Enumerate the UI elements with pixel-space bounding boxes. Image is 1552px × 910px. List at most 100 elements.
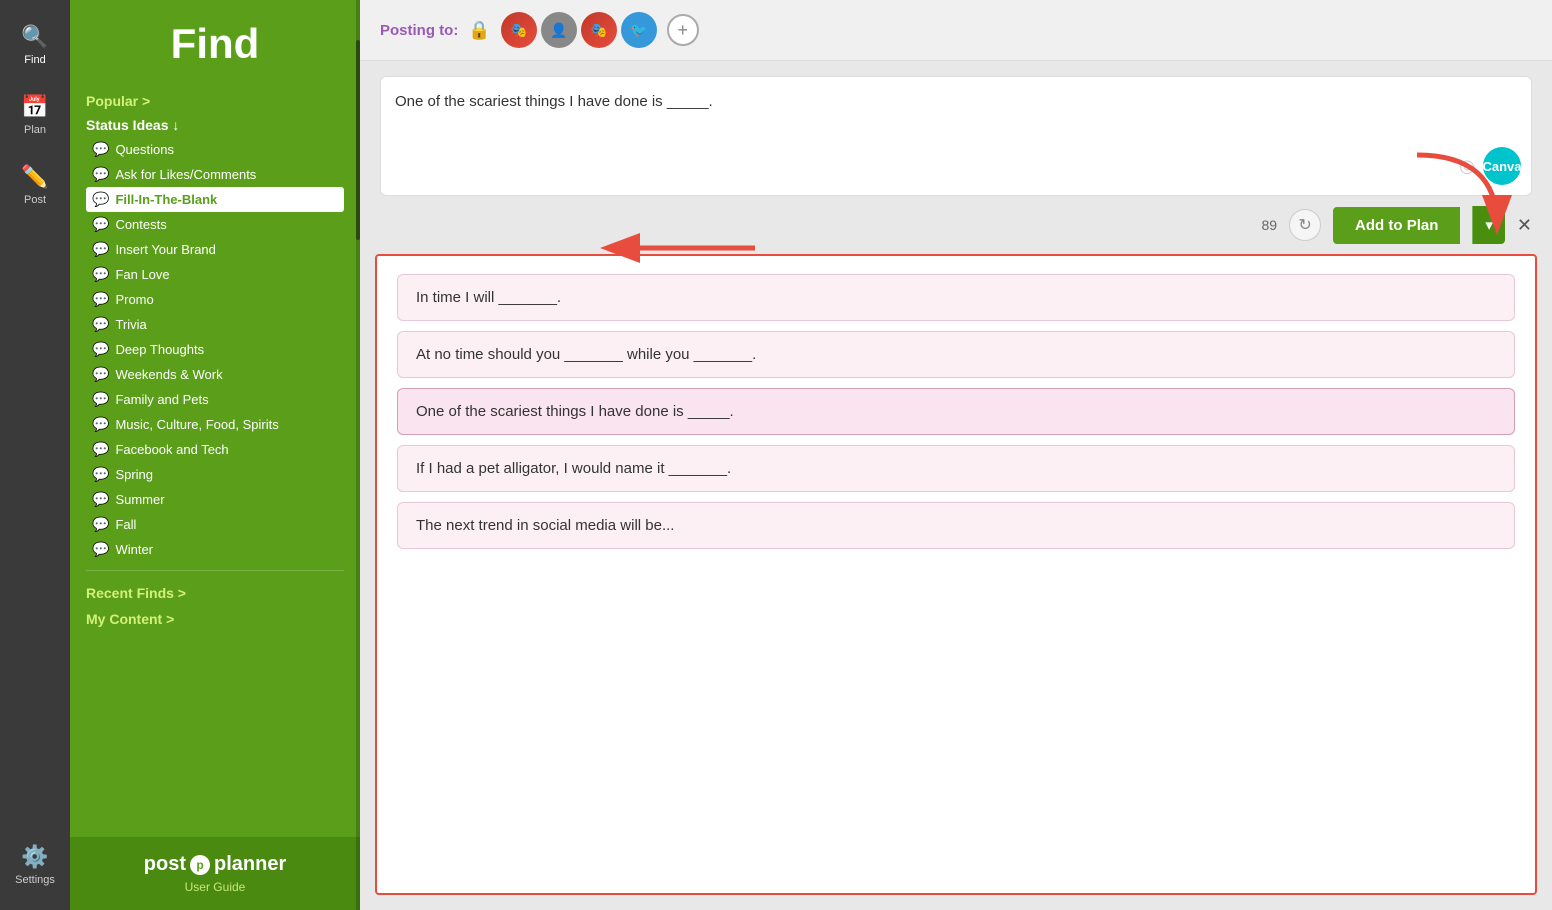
chat-icon-music: 💬 xyxy=(92,416,109,433)
settings-icon: ⚙️ xyxy=(21,844,48,870)
add-to-plan-button[interactable]: Add to Plan xyxy=(1333,207,1460,244)
chat-icon-trivia: 💬 xyxy=(92,316,109,333)
avatar-3[interactable]: 🎭 xyxy=(581,12,617,48)
sidebar-item-label: Deep Thoughts xyxy=(115,342,204,357)
add-account-button[interactable]: + xyxy=(667,14,699,46)
sidebar-item-label: Family and Pets xyxy=(115,392,208,407)
editor-icons: ◎ Canva xyxy=(1459,147,1521,185)
sidebar-item-label: Fan Love xyxy=(115,267,169,282)
canva-label: Canva xyxy=(1482,159,1521,174)
content-text-2: At no time should you _______ while you … xyxy=(416,346,756,363)
sidebar-item-music[interactable]: 💬 Music, Culture, Food, Spirits xyxy=(86,412,344,437)
logo-icon: post xyxy=(144,853,186,876)
sidebar-nav: Popular > Status Ideas ↓ 💬 Questions 💬 A… xyxy=(70,83,360,635)
sidebar-item-ask-likes[interactable]: 💬 Ask for Likes/Comments xyxy=(86,162,344,187)
editor-text[interactable]: One of the scariest things I have done i… xyxy=(395,91,1517,114)
image-icon[interactable]: ◎ xyxy=(1459,156,1475,177)
chat-icon-fan-love: 💬 xyxy=(92,266,109,283)
editor-area[interactable]: One of the scariest things I have done i… xyxy=(380,76,1532,196)
chat-icon-deep: 💬 xyxy=(92,341,109,358)
chat-icon-summer: 💬 xyxy=(92,491,109,508)
sidebar-item-family[interactable]: 💬 Family and Pets xyxy=(86,387,344,412)
recent-finds-label: Recent Finds > xyxy=(86,585,186,601)
sidebar-item-trivia[interactable]: 💬 Trivia xyxy=(86,312,344,337)
chat-icon-family: 💬 xyxy=(92,391,109,408)
avatar-4[interactable]: 🐦 xyxy=(621,12,657,48)
sidebar-item-label: Facebook and Tech xyxy=(115,442,228,457)
chat-icon-fill: 💬 xyxy=(92,191,109,208)
sidebar-item-label: Music, Culture, Food, Spirits xyxy=(115,417,278,432)
nav-plan[interactable]: 📅 Plan xyxy=(0,80,70,150)
sidebar-item-label: Winter xyxy=(115,542,153,557)
avatar-2[interactable]: 👤 xyxy=(541,12,577,48)
popular-label: Popular > xyxy=(86,93,150,109)
chat-icon-facebook: 💬 xyxy=(92,441,109,458)
sidebar-item-label: Questions xyxy=(115,142,174,157)
nav-post[interactable]: ✏️ Post xyxy=(0,150,70,220)
sidebar-item-fan-love[interactable]: 💬 Fan Love xyxy=(86,262,344,287)
sidebar-item-fill-in-blank[interactable]: 💬 Fill-In-The-Blank xyxy=(86,187,344,212)
sidebar-item-label: Trivia xyxy=(115,317,146,332)
avatar-row: 🎭 👤 🎭 🐦 xyxy=(501,12,657,48)
sidebar-item-label: Weekends & Work xyxy=(115,367,222,382)
content-list: In time I will _______. At no time shoul… xyxy=(375,254,1537,895)
plan-icon: 📅 xyxy=(21,94,48,120)
my-content-link[interactable]: My Content > xyxy=(86,605,344,631)
sidebar-item-label: Insert Your Brand xyxy=(115,242,215,257)
recent-finds-link[interactable]: Recent Finds > xyxy=(86,579,344,605)
content-item-4[interactable]: If I had a pet alligator, I would name i… xyxy=(397,445,1515,492)
sidebar-title: Find xyxy=(70,0,360,83)
logo-text: post p planner xyxy=(86,853,344,876)
sidebar-item-label: Promo xyxy=(115,292,153,307)
settings-label: Settings xyxy=(15,874,55,886)
content-item-3[interactable]: One of the scariest things I have done i… xyxy=(397,388,1515,435)
sidebar-item-fall[interactable]: 💬 Fall xyxy=(86,512,344,537)
sidebar-item-label: Summer xyxy=(115,492,164,507)
content-item-1[interactable]: In time I will _______. xyxy=(397,274,1515,321)
sidebar-item-summer[interactable]: 💬 Summer xyxy=(86,487,344,512)
content-item-5[interactable]: The next trend in social media will be..… xyxy=(397,502,1515,549)
sidebar-item-deep-thoughts[interactable]: 💬 Deep Thoughts xyxy=(86,337,344,362)
refresh-button[interactable]: ↻ xyxy=(1289,209,1321,241)
canva-button[interactable]: Canva xyxy=(1483,147,1521,185)
status-ideas-header[interactable]: Status Ideas ↓ xyxy=(86,113,344,137)
chat-icon-spring: 💬 xyxy=(92,466,109,483)
sidebar-item-weekends[interactable]: 💬 Weekends & Work xyxy=(86,362,344,387)
avatar-1[interactable]: 🎭 xyxy=(501,12,537,48)
icon-bar: 🔍 Find 📅 Plan ✏️ Post ⚙️ Settings xyxy=(0,0,70,910)
user-guide-link[interactable]: User Guide xyxy=(86,880,344,894)
sidebar-item-label: Spring xyxy=(115,467,153,482)
divider-1 xyxy=(86,570,344,571)
logo-circle: p xyxy=(190,855,210,875)
add-to-plan-dropdown[interactable]: ▾ xyxy=(1472,206,1505,244)
sidebar-item-winter[interactable]: 💬 Winter xyxy=(86,537,344,562)
logo-planner: planner xyxy=(214,853,286,876)
sidebar-item-facebook-tech[interactable]: 💬 Facebook and Tech xyxy=(86,437,344,462)
nav-settings[interactable]: ⚙️ Settings xyxy=(0,830,70,900)
content-text-3: One of the scariest things I have done i… xyxy=(416,403,734,420)
sidebar-item-label: Ask for Likes/Comments xyxy=(115,167,256,182)
chat-icon-weekends: 💬 xyxy=(92,366,109,383)
sidebar: Find Popular > Status Ideas ↓ 💬 Question… xyxy=(70,0,360,910)
chat-icon-questions: 💬 xyxy=(92,141,109,158)
find-icon: 🔍 xyxy=(21,24,48,50)
sidebar-logo: post p planner User Guide xyxy=(70,837,360,910)
content-item-2[interactable]: At no time should you _______ while you … xyxy=(397,331,1515,378)
main-content: Posting to: 🔒 🎭 👤 🎭 🐦 + One of the scari… xyxy=(360,0,1552,910)
sidebar-item-questions[interactable]: 💬 Questions xyxy=(86,137,344,162)
content-text-5: The next trend in social media will be..… xyxy=(416,517,674,534)
my-content-label: My Content > xyxy=(86,611,174,627)
sidebar-item-promo[interactable]: 💬 Promo xyxy=(86,287,344,312)
chat-icon-brand: 💬 xyxy=(92,241,109,258)
post-icon: ✏️ xyxy=(21,164,48,190)
sidebar-item-spring[interactable]: 💬 Spring xyxy=(86,462,344,487)
popular-link[interactable]: Popular > xyxy=(86,87,344,113)
nav-find[interactable]: 🔍 Find xyxy=(0,10,70,80)
sidebar-item-contests[interactable]: 💬 Contests xyxy=(86,212,344,237)
sidebar-item-insert-brand[interactable]: 💬 Insert Your Brand xyxy=(86,237,344,262)
char-count: 89 xyxy=(1261,217,1277,233)
posting-bar: Posting to: 🔒 🎭 👤 🎭 🐦 + xyxy=(360,0,1552,61)
chat-icon-promo: 💬 xyxy=(92,291,109,308)
close-button[interactable]: ✕ xyxy=(1517,215,1532,236)
find-label: Find xyxy=(24,54,45,66)
